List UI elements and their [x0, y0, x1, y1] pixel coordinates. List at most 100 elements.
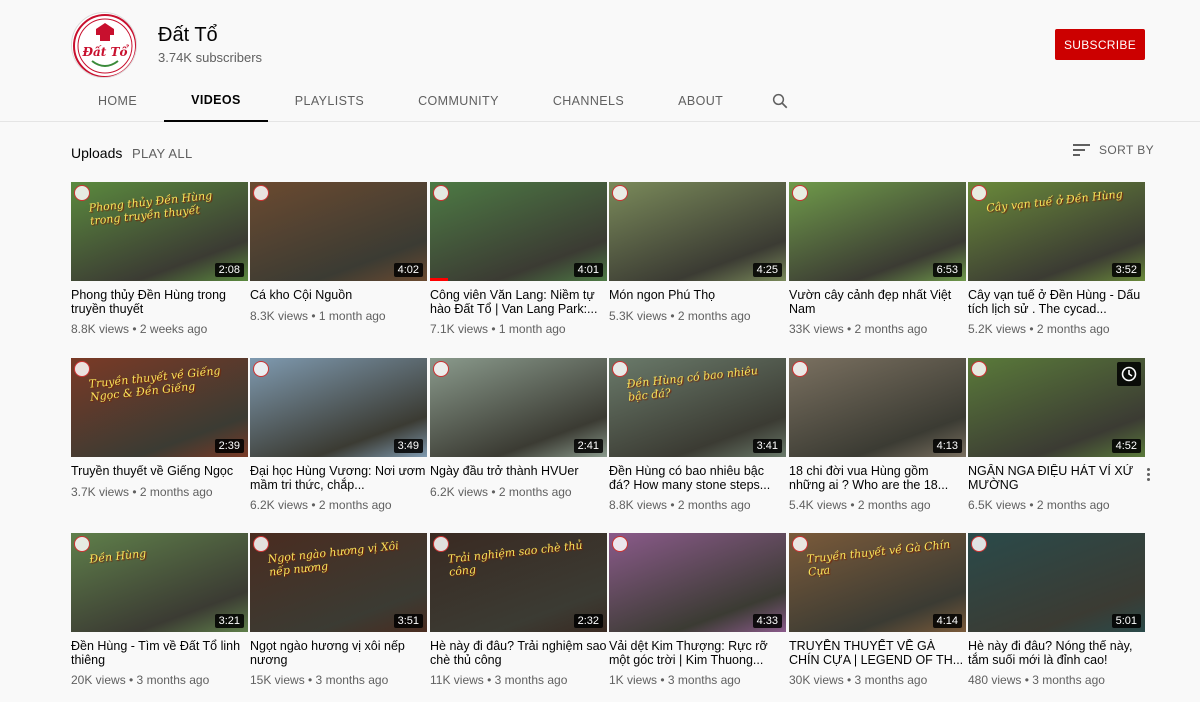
channel-search-button[interactable] — [750, 80, 810, 122]
video-title[interactable]: 18 chi đời vua Hùng gồm những ai ? Who a… — [789, 464, 966, 492]
video-title[interactable]: Đại học Hùng Vương: Nơi ươm mầm tri thức… — [250, 464, 427, 492]
video-title[interactable]: Vải dệt Kim Thượng: Rực rỡ một góc trời … — [609, 639, 786, 667]
video-card[interactable]: Truyền thuyết về Giếng Ngọc & Đền Giếng 2… — [71, 358, 248, 523]
channel-logo-badge-icon — [612, 361, 628, 377]
video-card[interactable]: 4:01 Công viên Văn Lang: Niềm tự hào Đất … — [430, 182, 607, 347]
video-card[interactable]: 3:49 Đại học Hùng Vương: Nơi ươm mầm tri … — [250, 358, 427, 523]
video-thumbnail[interactable]: 4:01 — [430, 182, 607, 281]
video-metadata: 6.2K views • 2 months ago — [430, 485, 572, 499]
channel-logo-badge-icon — [792, 185, 808, 201]
channel-logo-badge-icon — [433, 536, 449, 552]
video-thumbnail[interactable]: 4:13 — [789, 358, 966, 457]
video-thumbnail[interactable]: Truyền thuyết về Gà Chín Cựa 4:14 — [789, 533, 966, 632]
subscriber-count: 3.74K subscribers — [158, 50, 263, 65]
video-title[interactable]: TRUYỀN THUYẾT VỀ GÀ CHÍN CỰA | LEGEND OF… — [789, 639, 966, 667]
video-thumbnail[interactable]: 6:53 — [789, 182, 966, 281]
channel-logo-badge-icon — [792, 361, 808, 377]
watch-later-icon[interactable] — [1117, 362, 1141, 386]
channel-logo-badge-icon — [74, 361, 90, 377]
video-duration: 3:51 — [393, 614, 423, 628]
video-thumbnail[interactable]: 4:52 — [968, 358, 1145, 457]
video-thumbnail[interactable]: Truyền thuyết về Giếng Ngọc & Đền Giếng 2… — [71, 358, 248, 457]
video-thumbnail[interactable]: 4:25 — [609, 182, 786, 281]
video-card[interactable]: 2:41 Ngày đầu trở thành HVUer 6.2K views •… — [430, 358, 607, 523]
tab-community[interactable]: COMMUNITY — [391, 80, 526, 122]
channel-logo-badge-icon — [74, 536, 90, 552]
video-title[interactable]: NGÂN NGA ĐIỆU HÁT VÍ XỨ MƯỜNG — [968, 464, 1145, 492]
video-duration: 2:32 — [573, 614, 603, 628]
video-thumbnail[interactable]: 2:41 — [430, 358, 607, 457]
channel-logo-badge-icon — [433, 361, 449, 377]
video-card[interactable]: Đền Hùng có bao nhiêu bậc đá? 3:41 Đền Hùn… — [609, 358, 786, 523]
sort-by-button[interactable]: SORT BY — [1073, 143, 1154, 157]
video-duration: 4:52 — [1111, 439, 1141, 453]
video-card[interactable]: 4:25 Món ngon Phú Thọ 5.3K views • 2 month… — [609, 182, 786, 347]
video-title[interactable]: Vườn cây cảnh đẹp nhất Việt Nam — [789, 288, 966, 316]
video-card[interactable]: 6:53 Vườn cây cảnh đẹp nhất Việt Nam 33K v… — [789, 182, 966, 347]
video-thumbnail[interactable]: Trải nghiệm sao chè thủ công 2:32 — [430, 533, 607, 632]
video-title[interactable]: Đền Hùng - Tìm về Đất Tổ linh thiêng — [71, 639, 248, 667]
video-thumbnail[interactable]: 4:33 — [609, 533, 786, 632]
video-title[interactable]: Cá kho Cội Nguồn — [250, 288, 427, 302]
tab-playlists[interactable]: PLAYLISTS — [268, 80, 391, 122]
video-metadata: 5.3K views • 2 months ago — [609, 309, 751, 323]
channel-avatar[interactable]: Đất Tổ — [71, 12, 137, 78]
play-all-button[interactable]: PLAY ALL — [132, 146, 192, 161]
video-thumbnail[interactable]: 3:49 — [250, 358, 427, 457]
channel-logo-badge-icon — [74, 185, 90, 201]
video-thumbnail[interactable]: Phong thủy Đền Hùng trong truyền thuyết 2… — [71, 182, 248, 281]
more-actions-icon[interactable] — [1141, 464, 1155, 484]
tab-home[interactable]: HOME — [71, 80, 164, 122]
video-thumbnail[interactable]: 4:02 — [250, 182, 427, 281]
video-title[interactable]: Truyền thuyết về Giếng Ngọc — [71, 464, 248, 478]
tab-channels[interactable]: CHANNELS — [526, 80, 651, 122]
channel-logo-badge-icon — [971, 185, 987, 201]
video-card[interactable]: Truyền thuyết về Gà Chín Cựa 4:14 TRUYỀN T… — [789, 533, 966, 698]
video-title[interactable]: Phong thủy Đền Hùng trong truyền thuyết — [71, 288, 248, 316]
video-card[interactable]: Trải nghiệm sao chè thủ công 2:32 Hè này đ… — [430, 533, 607, 698]
video-title[interactable]: Cây vạn tuế ở Đền Hùng - Dấu tích lịch s… — [968, 288, 1145, 316]
video-duration: 4:01 — [573, 263, 603, 277]
video-metadata: 5.2K views • 2 months ago — [968, 322, 1110, 336]
video-card[interactable]: 4:52 NGÂN NGA ĐIỆU HÁT VÍ XỨ MƯỜNG 6.5K vi… — [968, 358, 1150, 523]
channel-logo-badge-icon — [971, 361, 987, 377]
channel-logo-badge-icon — [612, 536, 628, 552]
video-title[interactable]: Món ngon Phú Thọ — [609, 288, 786, 302]
video-title[interactable]: Hè này đi đâu? Trải nghiệm sao chè thủ c… — [430, 639, 607, 667]
video-title[interactable]: Ngọt ngào hương vị xôi nếp nương — [250, 639, 427, 667]
video-duration: 3:49 — [393, 439, 423, 453]
video-title[interactable]: Công viên Văn Lang: Niềm tự hào Đất Tổ |… — [430, 288, 607, 316]
video-duration: 4:02 — [393, 263, 423, 277]
video-metadata: 6.5K views • 2 months ago — [968, 498, 1110, 512]
video-title[interactable]: Ngày đầu trở thành HVUer — [430, 464, 607, 478]
video-metadata: 6.2K views • 2 months ago — [250, 498, 392, 512]
video-card[interactable]: Phong thủy Đền Hùng trong truyền thuyết 2… — [71, 182, 248, 347]
video-duration: 3:52 — [1111, 263, 1141, 277]
video-card[interactable]: 4:33 Vải dệt Kim Thượng: Rực rỡ một góc t… — [609, 533, 786, 698]
video-title[interactable]: Đền Hùng có bao nhiêu bậc đá? How many s… — [609, 464, 786, 492]
video-thumbnail[interactable]: Đền Hùng 3:21 — [71, 533, 248, 632]
video-thumbnail[interactable]: 5:01 — [968, 533, 1145, 632]
video-card[interactable]: Cây vạn tuế ở Đền Hùng 3:52 Cây vạn tuế ở … — [968, 182, 1145, 347]
video-duration: 6:53 — [932, 263, 962, 277]
channel-logo-icon: Đất Tổ — [73, 14, 136, 77]
subscribe-button[interactable]: SUBSCRIBE — [1055, 29, 1145, 60]
uploads-label: Uploads — [71, 145, 123, 161]
video-metadata: 20K views • 3 months ago — [71, 673, 210, 687]
video-thumbnail[interactable]: Đền Hùng có bao nhiêu bậc đá? 3:41 — [609, 358, 786, 457]
tab-about[interactable]: ABOUT — [651, 80, 750, 122]
video-title[interactable]: Hè này đi đâu? Nóng thế này, tắm suối mớ… — [968, 639, 1145, 667]
svg-text:Đất Tổ: Đất Tổ — [82, 44, 130, 59]
video-card[interactable]: 4:02 Cá kho Cội Nguồn 8.3K views • 1 month… — [250, 182, 427, 347]
channel-logo-badge-icon — [792, 536, 808, 552]
channel-tabs: HOME VIDEOS PLAYLISTS COMMUNITY CHANNELS… — [71, 80, 810, 122]
tab-videos[interactable]: VIDEOS — [164, 80, 268, 122]
video-card[interactable]: Ngọt ngào hương vị Xôi nếp nương 3:51 Ngọt… — [250, 533, 427, 698]
channel-header: Đất Tổ Đất Tổ 3.74K subscribers SUBSCRIB… — [0, 0, 1200, 122]
video-card[interactable]: 5:01 Hè này đi đâu? Nóng thế này, tắm suố… — [968, 533, 1145, 698]
video-thumbnail[interactable]: Cây vạn tuế ở Đền Hùng 3:52 — [968, 182, 1145, 281]
video-thumbnail[interactable]: Ngọt ngào hương vị Xôi nếp nương 3:51 — [250, 533, 427, 632]
video-card[interactable]: 4:13 18 chi đời vua Hùng gồm những ai ? W… — [789, 358, 966, 523]
video-card[interactable]: Đền Hùng 3:21 Đền Hùng - Tìm về Đất Tổ lin… — [71, 533, 248, 698]
videos-section: Uploads PLAY ALL SORT BY Phong thủy Đền … — [0, 123, 1200, 702]
